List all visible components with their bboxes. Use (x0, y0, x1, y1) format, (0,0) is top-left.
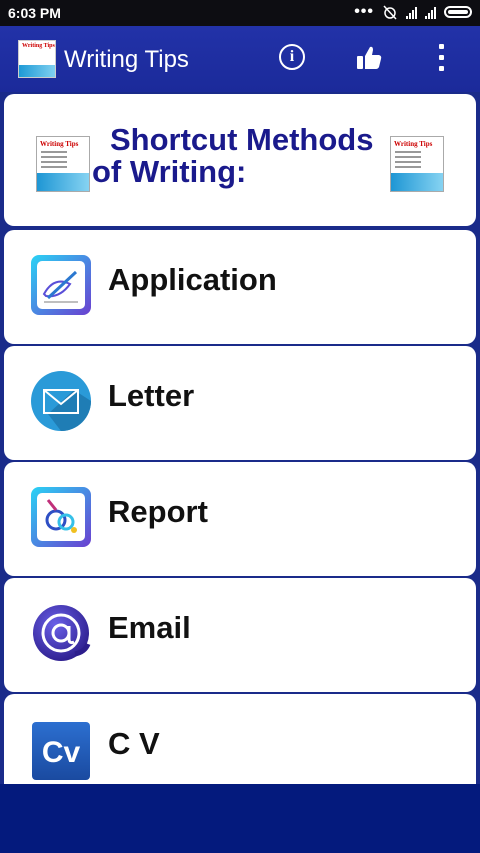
header-title-line1: Shortcut Methods (110, 122, 374, 157)
alarm-off-icon (383, 5, 397, 20)
application-icon (31, 255, 91, 315)
book-cover-text: Writing Tips (40, 140, 79, 148)
status-bar: 6:03 PM ••• (0, 0, 480, 26)
app-logo-text: Writing Tips (22, 43, 55, 49)
signal-icon (406, 5, 417, 19)
app-title: Writing Tips (64, 46, 189, 73)
more-vert-icon[interactable] (436, 44, 446, 74)
svg-text:Cv: Cv (42, 736, 81, 769)
status-time: 6:03 PM (8, 5, 61, 21)
signal-icon (425, 5, 436, 19)
list-item-letter[interactable]: Letter (4, 346, 476, 460)
bottom-bar (0, 784, 480, 853)
at-sign-icon (33, 605, 91, 661)
app-bar: Writing Tips Writing Tips i (0, 26, 480, 92)
list-item-label: C V (108, 726, 160, 761)
thumbs-up-icon[interactable] (355, 44, 383, 72)
cv-icon: Cv (32, 722, 90, 780)
book-cover-right: Writing Tips (390, 136, 444, 192)
header-card: Writing Tips Shortcut Methods of Writing… (4, 94, 476, 226)
topic-list: Writing Tips Shortcut Methods of Writing… (4, 92, 476, 784)
envelope-icon (31, 371, 91, 431)
more-dots-icon: ••• (354, 3, 374, 20)
list-item-label: Report (108, 494, 208, 529)
info-icon[interactable]: i (279, 44, 305, 70)
list-item-email[interactable]: Email (4, 578, 476, 692)
report-icon (31, 487, 91, 547)
header-title-line2: of Writing: (92, 154, 247, 189)
list-item-cv[interactable]: Cv C V (4, 694, 476, 784)
list-item-application[interactable]: Application (4, 230, 476, 344)
list-item-label: Letter (108, 378, 195, 413)
list-item-report[interactable]: Report (4, 462, 476, 576)
book-cover-left: Writing Tips (36, 136, 90, 192)
list-item-label: Email (108, 610, 191, 645)
status-icons: ••• (354, 4, 472, 20)
battery-icon (444, 6, 472, 18)
header-title: Shortcut Methods of Writing: (92, 124, 392, 188)
app-logo: Writing Tips (18, 40, 56, 78)
list-item-label: Application (108, 262, 277, 297)
book-cover-text: Writing Tips (394, 140, 433, 148)
